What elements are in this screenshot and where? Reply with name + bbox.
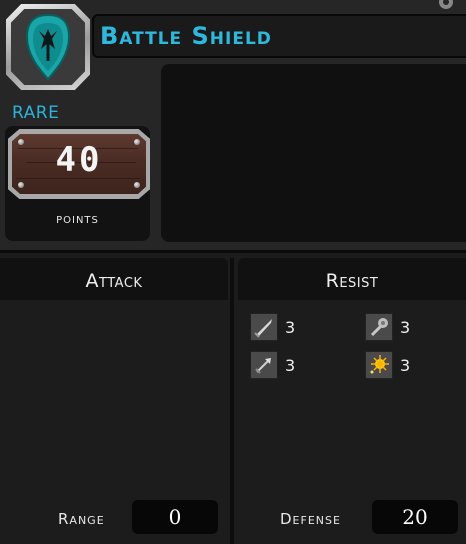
range-value: 0	[132, 500, 218, 534]
spark-icon	[365, 351, 393, 379]
rivet-icon	[134, 182, 140, 188]
defense-value: 20	[372, 500, 458, 534]
shield-emblem-icon	[11, 9, 85, 85]
sword-icon	[250, 313, 278, 341]
section-divider	[230, 258, 234, 544]
resist-title: Resist	[325, 270, 379, 292]
points-value: 40	[55, 140, 103, 180]
range-label: Range	[58, 510, 105, 528]
resist-value-mace: 3	[400, 318, 411, 337]
rivet-icon	[18, 182, 24, 188]
defense-label: Defense	[280, 510, 341, 528]
rarity-label: RARE	[12, 103, 60, 123]
attack-title: Attack	[85, 270, 143, 292]
mace-icon	[365, 313, 393, 341]
arrow-icon	[250, 351, 278, 379]
points-label: points	[56, 211, 99, 227]
emblem-frame	[6, 4, 90, 90]
resist-value-arrow: 3	[285, 356, 296, 375]
item-name: Battle Shield	[100, 22, 272, 50]
item-preview	[161, 64, 466, 242]
resist-value-spark: 3	[400, 356, 411, 375]
gear-icon[interactable]	[434, 0, 458, 14]
resist-value-sword: 3	[285, 318, 296, 337]
